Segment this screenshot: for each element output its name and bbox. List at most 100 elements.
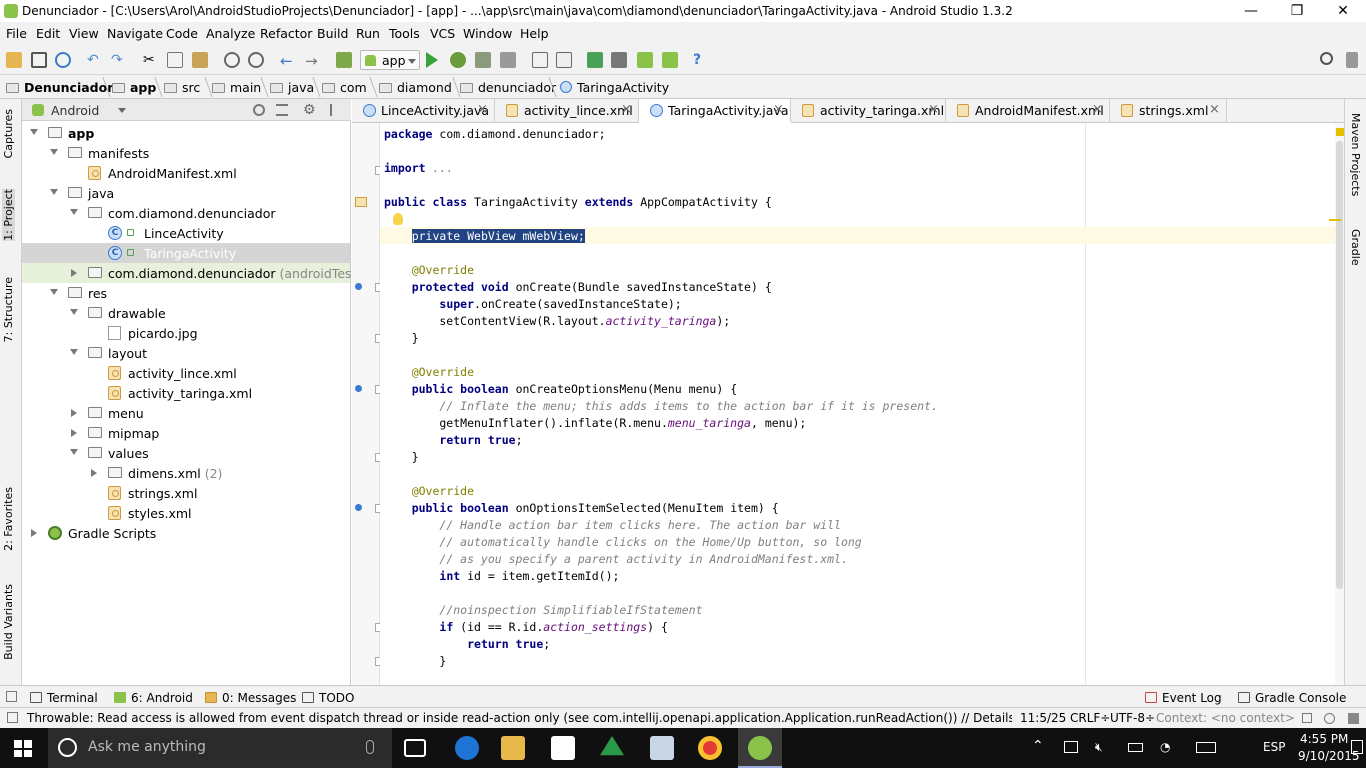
editor-tab[interactable]: strings.xml ×: [1110, 99, 1227, 123]
notifications-icon[interactable]: [1351, 740, 1363, 754]
run-icon[interactable]: [426, 52, 438, 68]
tree-item[interactable]: app: [22, 123, 350, 143]
context-indicator[interactable]: Context: <no context>: [1156, 711, 1295, 725]
tree-item[interactable]: AndroidManifest.xml: [22, 163, 350, 183]
tab-captures[interactable]: Captures: [2, 109, 15, 158]
editor-tab[interactable]: activity_lince.xml ×: [495, 99, 639, 123]
paste-icon[interactable]: [192, 52, 208, 68]
chevron-right-icon[interactable]: [71, 409, 77, 417]
chevron-down-icon[interactable]: [70, 209, 78, 215]
tree-item[interactable]: C TaringaActivity: [22, 243, 350, 263]
scrollbar-thumb[interactable]: [1336, 141, 1343, 589]
status-message[interactable]: Throwable: Read access is allowed from e…: [27, 711, 1012, 725]
layout-marker-icon[interactable]: [355, 197, 367, 207]
chevron-down-icon[interactable]: [70, 349, 78, 355]
close-button[interactable]: ✕: [1320, 0, 1366, 22]
editor-scrollbar[interactable]: [1329, 123, 1344, 685]
tree-item[interactable]: styles.xml: [22, 503, 350, 523]
status-toggle-icon[interactable]: [7, 712, 18, 723]
clock-time[interactable]: 4:55 PM: [1300, 732, 1348, 746]
menu-file[interactable]: File: [6, 26, 27, 41]
collapse-all-icon[interactable]: [276, 104, 288, 116]
tree-item[interactable]: com.diamond.denunciador: [22, 203, 350, 223]
close-tab-icon[interactable]: ×: [928, 102, 939, 117]
tree-item[interactable]: layout: [22, 343, 350, 363]
tool-window-toggle-icon[interactable]: [6, 691, 17, 702]
override-marker-icon[interactable]: [355, 385, 362, 392]
menu-code[interactable]: Code: [166, 26, 198, 41]
windows-start-icon[interactable]: [14, 740, 32, 757]
breadcrumb-denunciador-package[interactable]: denunciador: [460, 80, 556, 95]
close-tab-icon[interactable]: ×: [1092, 102, 1103, 117]
breadcrumb-taringaactivity[interactable]: TaringaActivity: [560, 80, 669, 95]
find-icon[interactable]: [224, 52, 240, 68]
tree-item[interactable]: drawable: [22, 303, 350, 323]
debug-icon[interactable]: [450, 52, 466, 68]
chevron-down-icon[interactable]: [50, 149, 58, 155]
undo-icon[interactable]: ↶: [87, 52, 103, 68]
scroll-from-source-icon[interactable]: [253, 104, 265, 116]
gear-icon[interactable]: ⚙: [303, 102, 316, 118]
line-separator[interactable]: CRLF÷: [1070, 711, 1110, 725]
tab-favorites[interactable]: 2: Favorites: [2, 487, 15, 551]
tree-item[interactable]: res: [22, 283, 350, 303]
edge-icon[interactable]: [455, 736, 479, 760]
keyboard-icon[interactable]: [1196, 742, 1216, 753]
wifi-icon[interactable]: ◔: [1160, 740, 1170, 754]
tab-build-variants[interactable]: Build Variants: [2, 584, 15, 660]
android-monitor-tab[interactable]: 6: Android: [114, 691, 193, 705]
tree-item[interactable]: activity_taringa.xml: [22, 383, 350, 403]
menu-help[interactable]: Help: [520, 26, 549, 41]
messages-tab[interactable]: 0: Messages: [205, 691, 296, 705]
breadcrumb-com[interactable]: com: [322, 80, 367, 95]
save-icon[interactable]: [31, 52, 47, 68]
file-explorer-icon[interactable]: [501, 736, 525, 760]
file-encoding[interactable]: UTF-8÷: [1110, 711, 1155, 725]
tab-structure[interactable]: 7: Structure: [2, 277, 15, 342]
override-marker-icon[interactable]: [355, 504, 362, 511]
inspector-icon[interactable]: [1324, 713, 1335, 724]
microphone-icon[interactable]: [366, 740, 374, 754]
tree-item[interactable]: dimens.xml (2): [22, 463, 350, 483]
close-tab-icon[interactable]: ×: [773, 102, 784, 117]
tree-item[interactable]: values: [22, 443, 350, 463]
close-tab-icon[interactable]: ×: [1209, 102, 1220, 117]
tree-item[interactable]: C LinceActivity: [22, 223, 350, 243]
tree-item[interactable]: strings.xml: [22, 483, 350, 503]
minimize-button[interactable]: —: [1228, 0, 1274, 22]
chevron-right-icon[interactable]: [71, 429, 77, 437]
taskbar-search[interactable]: Ask me anything: [48, 728, 392, 768]
attach-debugger-icon[interactable]: [475, 52, 491, 68]
settings-icon[interactable]: [1346, 52, 1358, 68]
make-icon[interactable]: [336, 52, 352, 68]
chevron-down-icon[interactable]: [70, 449, 78, 455]
chrome-icon[interactable]: [698, 736, 722, 760]
chevron-down-icon[interactable]: [70, 309, 78, 315]
search-icon[interactable]: [1320, 52, 1333, 65]
chevron-up-icon[interactable]: ⌃: [1032, 738, 1044, 754]
terminal-tab[interactable]: Terminal: [30, 691, 98, 705]
hide-panel-icon[interactable]: [330, 104, 342, 116]
stop-icon[interactable]: [500, 52, 516, 68]
menu-run[interactable]: Run: [356, 26, 380, 41]
tab-gradle[interactable]: Gradle: [1349, 229, 1362, 266]
android-icon[interactable]: [637, 52, 653, 68]
lock-icon[interactable]: [1302, 713, 1312, 723]
memory-indicator-icon[interactable]: [1348, 713, 1359, 724]
device-monitor-icon[interactable]: [587, 52, 603, 68]
volume-icon[interactable]: 🔇︎: [1095, 740, 1103, 755]
replace-icon[interactable]: [248, 52, 264, 68]
redo-icon[interactable]: ↷: [111, 52, 127, 68]
task-view-icon[interactable]: [404, 739, 426, 757]
event-log-tab[interactable]: Event Log: [1145, 691, 1222, 705]
menu-edit[interactable]: Edit: [36, 26, 60, 41]
sync-icon[interactable]: [55, 52, 71, 68]
editor-tab[interactable]: TaringaActivity.java ×: [639, 99, 791, 123]
back-icon[interactable]: ←: [280, 52, 296, 70]
tree-item[interactable]: picardo.jpg: [22, 323, 350, 343]
tree-item[interactable]: manifests: [22, 143, 350, 163]
open-icon[interactable]: [6, 52, 22, 68]
menu-analyze[interactable]: Analyze: [206, 26, 255, 41]
maximize-button[interactable]: ❐: [1274, 0, 1320, 22]
intention-bulb-icon[interactable]: [393, 213, 403, 225]
